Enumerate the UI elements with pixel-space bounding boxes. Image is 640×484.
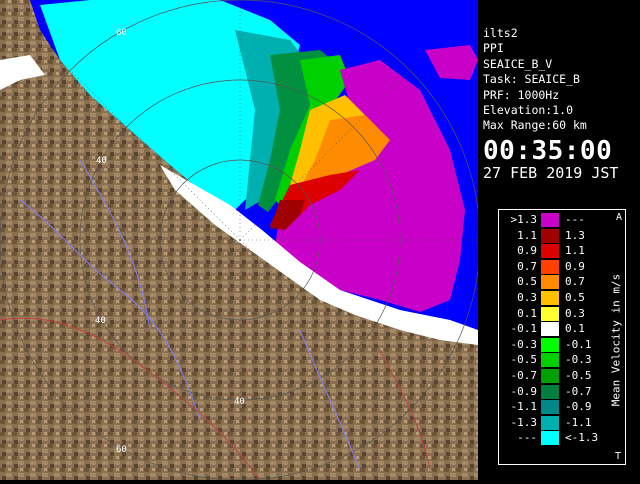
range-label-40-left: 40 xyxy=(96,156,107,166)
legend-swatch xyxy=(541,213,559,227)
legend-row-lower: 1.1 xyxy=(517,228,537,242)
legend-row: -0.3 -0.1 xyxy=(501,337,605,353)
legend-swatch xyxy=(541,290,559,305)
legend-row: -0.9 -0.7 xyxy=(501,384,605,400)
legend-row-upper: -1.1 xyxy=(565,415,592,429)
legend-row-lower: -0.9 xyxy=(510,384,538,398)
legend-row-lower: -0.3 xyxy=(510,337,538,351)
legend-row-lower: --- xyxy=(517,431,537,445)
legend-row-upper: 0.5 xyxy=(565,290,585,304)
legend-swatch xyxy=(541,415,559,430)
legend-row-upper: 0.7 xyxy=(565,275,585,289)
max-range-value: Max Range:60 km xyxy=(483,118,587,133)
legend-row-upper: <-1.3 xyxy=(565,431,599,445)
range-label-60-top: 60 xyxy=(116,28,127,38)
legend-title-wrap: Mean Velocity in m/s xyxy=(609,250,623,430)
legend-row: 1.1 1.3 xyxy=(501,228,605,244)
legend-row-upper: 1.1 xyxy=(565,244,585,258)
legend-row: 0.5 0.7 xyxy=(501,274,605,290)
legend-row-lower: -0.7 xyxy=(510,368,538,382)
station-name: ilts2 xyxy=(483,26,518,40)
legend-row-upper: -0.3 xyxy=(565,353,592,367)
legend-swatch xyxy=(541,259,559,274)
scan-time: 00:35:00 xyxy=(483,135,613,166)
legend-row-lower: -0.5 xyxy=(510,353,538,367)
legend-row-lower: 0.7 xyxy=(517,259,537,273)
dataset-name: SEAICE_B_V xyxy=(483,56,553,71)
prf-value: PRF: 1000Hz xyxy=(483,87,560,102)
legend-row-upper: -0.9 xyxy=(565,400,592,414)
legend-row-lower: 0.3 xyxy=(517,290,537,304)
legend-row: 0.9 1.1 xyxy=(501,243,605,259)
radar-ppi-svg: 60 40 40 40 60 xyxy=(0,0,481,481)
legend-row-upper: 0.1 xyxy=(565,322,585,336)
legend-row-upper: -0.5 xyxy=(565,368,592,382)
legend-row-upper: -0.7 xyxy=(565,384,592,398)
legend-swatch xyxy=(541,337,559,352)
elevation-value: Elevation:1.0 xyxy=(483,103,574,118)
legend-row-lower: -1.1 xyxy=(510,400,538,414)
legend-row-lower: 0.1 xyxy=(517,306,537,320)
legend-row: 0.1 0.3 xyxy=(501,306,605,322)
legend-row-lower: 0.9 xyxy=(517,244,537,258)
legend-swatch xyxy=(541,228,559,243)
info-panel: ilts2 PPI SEAICE_B_V Task: SEAICE_B PRF:… xyxy=(480,26,640,186)
legend-row-lower: -0.1 xyxy=(510,322,538,336)
legend-corner-top: A xyxy=(615,212,622,223)
range-label-40-lower: 40 xyxy=(95,316,106,326)
legend-row: -0.1 0.1 xyxy=(501,321,605,337)
legend-swatch xyxy=(541,275,559,290)
legend-row-lower: -1.3 xyxy=(510,415,538,429)
legend-row-upper: -0.1 xyxy=(565,337,592,351)
legend-row-upper: 0.3 xyxy=(565,306,585,320)
radar-ppi-map: 60 40 40 40 60 xyxy=(0,0,481,481)
legend-row-upper: 1.3 xyxy=(565,228,585,242)
legend-row: -0.5 -0.3 xyxy=(501,352,605,368)
legend-row: -1.3 -1.1 xyxy=(501,415,605,431)
legend-row: --- <-1.3 xyxy=(501,430,605,446)
legend-row-lower: >1.3 xyxy=(510,213,538,226)
velocity-legend: >1.3 --- 1.1 1.3 0.9 1.1 0.7 0.9 0.5 0.7 0.3 0.5 0.1… xyxy=(498,209,626,465)
range-label-60-bottom: 60 xyxy=(116,445,127,455)
legend-row: -1.1 -0.9 xyxy=(501,399,605,415)
legend-swatch xyxy=(541,384,559,399)
legend-row: 0.3 0.5 xyxy=(501,290,605,306)
legend-swatch xyxy=(541,322,559,337)
legend-title: Mean Velocity in m/s xyxy=(609,273,623,407)
legend-row-lower: 0.5 xyxy=(517,275,537,289)
scan-date: 27 FEB 2019 JST xyxy=(483,163,619,182)
range-label-40-bottom: 40 xyxy=(234,397,245,407)
legend-row-upper: 0.9 xyxy=(565,259,585,273)
legend-swatch xyxy=(541,306,559,321)
legend-rows: >1.3 --- 1.1 1.3 0.9 1.1 0.7 0.9 0.5 0.7 0.3 0.5 0.1… xyxy=(501,212,605,446)
legend-row: -0.7 -0.5 xyxy=(501,368,605,384)
legend-swatch xyxy=(541,353,559,368)
legend-swatch xyxy=(541,244,559,259)
product-type: PPI xyxy=(483,41,504,56)
legend-corner-bottom: T xyxy=(614,451,621,462)
legend-swatch xyxy=(541,400,559,415)
legend-row: >1.3 --- xyxy=(501,212,605,228)
legend-swatch xyxy=(541,368,559,383)
task-name: Task: SEAICE_B xyxy=(483,72,580,87)
legend-row-upper: --- xyxy=(565,213,585,226)
legend-swatch xyxy=(541,431,559,446)
legend-row: 0.7 0.9 xyxy=(501,259,605,275)
